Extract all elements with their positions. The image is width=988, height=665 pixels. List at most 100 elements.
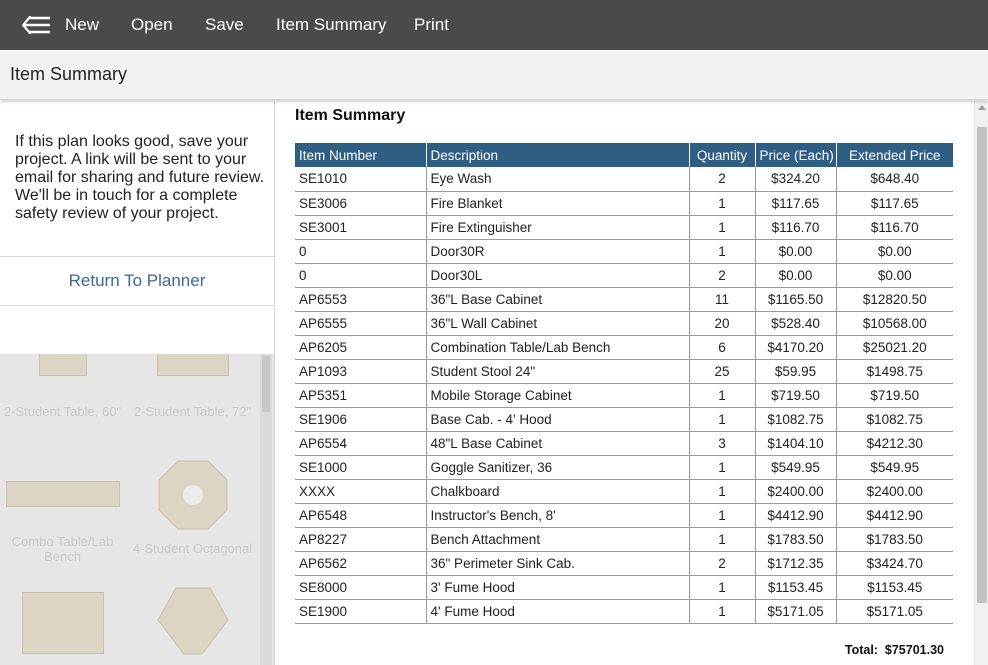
extended-price-cell: $2400.00 bbox=[836, 479, 953, 504]
palette-item[interactable] bbox=[130, 586, 255, 661]
scroll-up-arrow-icon[interactable] bbox=[978, 105, 986, 110]
palette-item[interactable] bbox=[0, 592, 125, 654]
table-row: AP6554 48"L Base Cabinet 3 $1404.10 $4212.30 bbox=[295, 431, 953, 456]
price-each-cell: $59.95 bbox=[755, 359, 837, 384]
price-each-cell: $719.50 bbox=[755, 383, 837, 408]
column-header: Price (Each) bbox=[755, 143, 837, 167]
description-cell: Fire Blanket bbox=[426, 191, 690, 216]
item-summary-table: Item Number Description Quantity Price (… bbox=[295, 143, 953, 624]
item-number-cell: SE1900 bbox=[295, 599, 427, 624]
extended-price-cell: $5171.05 bbox=[836, 599, 953, 624]
table-shape bbox=[38, 354, 87, 376]
palette-scrollbar[interactable] bbox=[260, 354, 272, 665]
quantity-cell: 1 bbox=[689, 455, 756, 480]
table-row: AP1093 Student Stool 24" 25 $59.95 $1498.75 bbox=[295, 359, 953, 384]
summary-panel: Item Summary Item Number Description Qua… bbox=[275, 101, 988, 665]
item-number-cell: AP6205 bbox=[295, 335, 427, 360]
open-button[interactable]: Open bbox=[131, 15, 173, 35]
item-number-cell: SE1010 bbox=[295, 167, 427, 192]
item-number-cell: AP6555 bbox=[295, 311, 427, 336]
main-scrollbar[interactable] bbox=[974, 101, 988, 665]
save-button[interactable]: Save bbox=[205, 15, 244, 35]
extended-price-cell: $0.00 bbox=[836, 263, 953, 288]
extended-price-cell: $4212.30 bbox=[836, 431, 953, 456]
print-button[interactable]: Print bbox=[414, 15, 449, 35]
menu-back-icon[interactable] bbox=[21, 15, 52, 35]
quantity-cell: 1 bbox=[689, 215, 756, 240]
palette-item[interactable]: Combo Table/Lab Bench bbox=[0, 481, 125, 564]
price-each-cell: $0.00 bbox=[755, 239, 837, 264]
extended-price-cell: $116.70 bbox=[836, 215, 953, 240]
description-cell: 3' Fume Hood bbox=[426, 575, 690, 600]
description-cell: 36"L Wall Cabinet bbox=[426, 311, 690, 336]
quantity-cell: 1 bbox=[689, 383, 756, 408]
page-title: Item Summary bbox=[10, 64, 128, 84]
total-label: Total: bbox=[844, 643, 878, 657]
item-number-cell: AP6562 bbox=[295, 551, 427, 576]
quantity-cell: 2 bbox=[689, 551, 756, 576]
quantity-cell: 1 bbox=[689, 407, 756, 432]
item-number-cell: SE1000 bbox=[295, 455, 427, 480]
price-each-cell: $1783.50 bbox=[755, 527, 837, 552]
quantity-cell: 2 bbox=[689, 263, 756, 288]
palette-item[interactable]: 2-Student Table, 60" bbox=[0, 354, 125, 419]
table-row: AP6205 Combination Table/Lab Bench 6 $4170.… bbox=[295, 335, 953, 360]
quantity-cell: 1 bbox=[689, 599, 756, 624]
left-panel: If this plan looks good, save your proje… bbox=[0, 101, 275, 665]
item-number-cell: SE8000 bbox=[295, 575, 427, 600]
new-button[interactable]: New bbox=[65, 15, 99, 35]
item-number-cell: XXXX bbox=[295, 479, 427, 504]
description-cell: Combination Table/Lab Bench bbox=[426, 335, 690, 360]
quantity-cell: 25 bbox=[689, 359, 756, 384]
table-row: AP6555 36"L Wall Cabinet 20 $528.40 $10568.0… bbox=[295, 311, 953, 336]
table-shape bbox=[21, 592, 104, 654]
table-row: AP6553 36"L Base Cabinet 11 $1165.50 $12820.… bbox=[295, 287, 953, 312]
octagonal-table-shape bbox=[158, 460, 227, 530]
quantity-cell: 20 bbox=[689, 311, 756, 336]
price-each-cell: $1165.50 bbox=[755, 287, 837, 312]
quantity-cell: 6 bbox=[689, 335, 756, 360]
palette-item-label: 2-Student Table, 72" bbox=[133, 404, 252, 419]
quantity-cell: 1 bbox=[689, 191, 756, 216]
extended-price-cell: $719.50 bbox=[836, 383, 953, 408]
item-number-cell: AP5351 bbox=[295, 383, 427, 408]
table-row: SE1000 Goggle Sanitizer, 36 1 $549.95 $549.9… bbox=[295, 455, 953, 480]
scroll-thumb[interactable] bbox=[977, 127, 987, 603]
description-cell: Fire Extinguisher bbox=[426, 215, 690, 240]
extended-price-cell: $3424.70 bbox=[836, 551, 953, 576]
description-cell: 36"L Base Cabinet bbox=[426, 287, 690, 312]
quantity-cell: 3 bbox=[689, 431, 756, 456]
price-each-cell: $1153.45 bbox=[755, 575, 837, 600]
table-header-row: Item Number Description Quantity Price (… bbox=[295, 143, 953, 167]
palette-item[interactable]: 2-Student Table, 72" bbox=[130, 354, 255, 419]
item-number-cell: AP8227 bbox=[295, 527, 427, 552]
bench-shape bbox=[5, 481, 120, 507]
description-cell: 4' Fume Hood bbox=[426, 599, 690, 624]
description-cell: Goggle Sanitizer, 36 bbox=[426, 455, 690, 480]
save-notice: If this plan looks good, save your proje… bbox=[15, 133, 265, 222]
table-row: SE1900 4' Fume Hood 1 $5171.05 $5171.05 bbox=[295, 599, 953, 624]
extended-price-cell: $12820.50 bbox=[836, 287, 953, 312]
table-row: SE3001 Fire Extinguisher 1 $116.70 $116.70 bbox=[295, 215, 953, 240]
order-total: Total: $75701.30 bbox=[845, 643, 944, 657]
table-shape bbox=[156, 354, 229, 376]
extended-price-cell: $117.65 bbox=[836, 191, 953, 216]
description-cell: 48"L Base Cabinet bbox=[426, 431, 690, 456]
description-cell: Bench Attachment bbox=[426, 527, 690, 552]
palette-item[interactable]: 4-Student Octagonal bbox=[130, 460, 255, 556]
item-number-cell: AP6548 bbox=[295, 503, 427, 528]
extended-price-cell: $25021.20 bbox=[836, 335, 953, 360]
item-number-cell: SE3006 bbox=[295, 191, 427, 216]
return-to-planner-button[interactable]: Return To Planner bbox=[0, 257, 274, 305]
quantity-cell: 1 bbox=[689, 575, 756, 600]
column-header: Extended Price bbox=[836, 143, 953, 167]
palette-item-label: Combo Table/Lab Bench bbox=[11, 534, 114, 564]
item-summary-button[interactable]: Item Summary bbox=[276, 15, 387, 35]
description-cell: Base Cab. - 4' Hood bbox=[426, 407, 690, 432]
palette-item-label: 2-Student Table, 60" bbox=[3, 404, 122, 419]
extended-price-cell: $1498.75 bbox=[836, 359, 953, 384]
description-cell: Mobile Storage Cabinet bbox=[426, 383, 690, 408]
price-each-cell: $324.20 bbox=[755, 167, 837, 192]
item-number-cell: AP1093 bbox=[295, 359, 427, 384]
item-number-cell: AP6554 bbox=[295, 431, 427, 456]
